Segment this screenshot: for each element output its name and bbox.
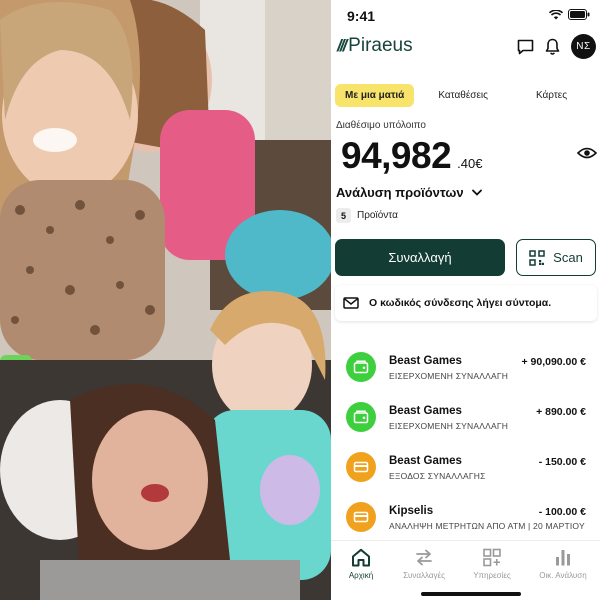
- transaction-type: ΕΞΟΔΟΣ ΣΥΝΑΛΛΑΓΗΣ: [389, 471, 486, 481]
- transaction-type: ΑΝΑΛΗΨΗ ΜΕΤΡΗΤΩΝ ΑΠΟ ΑΤΜ | 20 ΜΑΡΤΙΟΥ: [389, 521, 585, 531]
- transaction-name: Beast Games: [389, 455, 462, 467]
- transfer-arrows-icon: [416, 549, 432, 566]
- incoming-transaction-icon: [346, 352, 376, 382]
- transaction-amount: + 890.00 €: [536, 406, 586, 418]
- balance-label: Διαθέσιμο υπόλοιπο: [336, 120, 426, 131]
- status-icons: [549, 9, 590, 20]
- products-count-row: 5 Προϊόντα: [336, 208, 398, 223]
- nav-services[interactable]: Υπηρεσίες: [462, 548, 522, 580]
- logo-text: Piraeus: [348, 35, 413, 56]
- transaction-type: ΕΙΣΕΡΧΟΜΕΝΗ ΣΥΝΑΛΛΑΓΗ: [389, 421, 509, 431]
- transaction-name: Beast Games: [389, 355, 462, 367]
- products-count-badge: 5: [336, 208, 351, 223]
- home-indicator: [421, 592, 521, 596]
- nav-home[interactable]: Αρχική: [331, 548, 391, 580]
- wifi-icon: [549, 9, 563, 19]
- nav-services-label: Υπηρεσίες: [473, 571, 511, 580]
- transaction-row[interactable]: Beast Games ΕΙΣΕΡΧΟΜΕΝΗ ΣΥΝΑΛΛΑΓΗ + 890.…: [331, 394, 600, 444]
- balance-main: 94,982: [341, 135, 452, 176]
- transaction-type: ΕΙΣΕΡΧΟΜΕΝΗ ΣΥΝΑΛΛΑΓΗ: [389, 371, 509, 381]
- home-icon: [352, 548, 370, 567]
- selfie-photo: [0, 0, 331, 600]
- notice-text: Ο κωδικός σύνδεσης λήγει σύντομα.: [369, 297, 552, 309]
- transaction-name: Beast Games: [389, 405, 462, 417]
- mail-icon: [343, 297, 359, 309]
- nav-transactions[interactable]: Συναλλαγές: [394, 548, 454, 580]
- transaction-amount: - 150.00 €: [538, 456, 586, 468]
- nav-home-label: Αρχική: [348, 571, 374, 580]
- battery-icon: [568, 9, 590, 20]
- transaction-row[interactable]: Beast Games ΕΙΣΕΡΧΟΜΕΝΗ ΣΥΝΑΛΛΑΓΗ + 90,0…: [331, 344, 600, 394]
- transaction-row[interactable]: Kipselis ΑΝΑΛΗΨΗ ΜΕΤΡΗΤΩΝ ΑΠΟ ΑΤΜ | 20 Μ…: [331, 494, 600, 544]
- bar-chart-icon: [556, 550, 570, 566]
- status-time: 9:41: [347, 8, 376, 24]
- tab-deposits[interactable]: Καταθέσεις: [428, 84, 498, 107]
- header-actions: ΝΣ: [517, 34, 596, 59]
- balance-decimals: .40€: [457, 156, 483, 171]
- photo-illustration: [0, 0, 331, 600]
- status-bar: 9:41: [331, 0, 600, 32]
- nav-transactions-label: Συναλλαγές: [403, 571, 445, 580]
- scan-label: Scan: [553, 250, 583, 265]
- tab-cards[interactable]: Κάρτες: [526, 84, 577, 107]
- nav-financial-analysis[interactable]: Οικ. Ανάλυση: [533, 548, 593, 580]
- transaction-list: Beast Games ΕΙΣΕΡΧΟΜΕΝΗ ΣΥΝΑΛΛΑΓΗ + 90,0…: [331, 344, 600, 544]
- product-analysis-label: Ανάλυση προϊόντων: [336, 185, 464, 200]
- password-expiry-notice[interactable]: Ο κωδικός σύνδεσης λήγει σύντομα.: [335, 285, 597, 321]
- tab-overview[interactable]: Με μια ματιά: [335, 83, 415, 107]
- transaction-button[interactable]: Συναλλαγή: [335, 239, 505, 276]
- chevron-down-icon: [471, 189, 482, 196]
- transaction-amount: - 100.00 €: [538, 506, 586, 518]
- incoming-transaction-icon: [346, 402, 376, 432]
- bottom-nav: Αρχική Συναλλαγές Υπηρεσίες Οικ. Ανάλυση: [331, 540, 600, 600]
- atm-withdrawal-icon: [346, 502, 376, 532]
- qr-code-icon: [529, 249, 545, 266]
- scan-button[interactable]: Scan: [516, 239, 596, 276]
- logo-mark: ///: [337, 36, 347, 55]
- products-label: Προϊόντα: [357, 210, 398, 221]
- product-analysis-toggle[interactable]: Ανάλυση προϊόντων: [336, 185, 482, 200]
- transaction-name: Kipselis: [389, 505, 434, 517]
- nav-financial-analysis-label: Οικ. Ανάλυση: [539, 571, 587, 580]
- eye-icon[interactable]: [577, 146, 597, 160]
- bell-icon[interactable]: [545, 38, 560, 55]
- transaction-amount: + 90,090.00 €: [521, 356, 586, 368]
- avatar[interactable]: ΝΣ: [571, 34, 596, 59]
- balance-amount: 94,982 .40€: [341, 135, 482, 177]
- transaction-row[interactable]: Beast Games ΕΞΟΔΟΣ ΣΥΝΑΛΛΑΓΗΣ - 150.00 €: [331, 444, 600, 494]
- chat-icon[interactable]: [517, 39, 534, 55]
- tab-bar: Με μια ματιά Καταθέσεις Κάρτες: [335, 83, 597, 107]
- outgoing-transaction-icon: [346, 452, 376, 482]
- piraeus-logo: /// Piraeus: [337, 35, 413, 57]
- banking-app-screen: 9:41 /// Piraeus ΝΣ Με μια ματιά Καταθέσ…: [331, 0, 600, 600]
- services-grid-icon: [483, 548, 501, 567]
- app-header: /// Piraeus ΝΣ: [331, 32, 600, 62]
